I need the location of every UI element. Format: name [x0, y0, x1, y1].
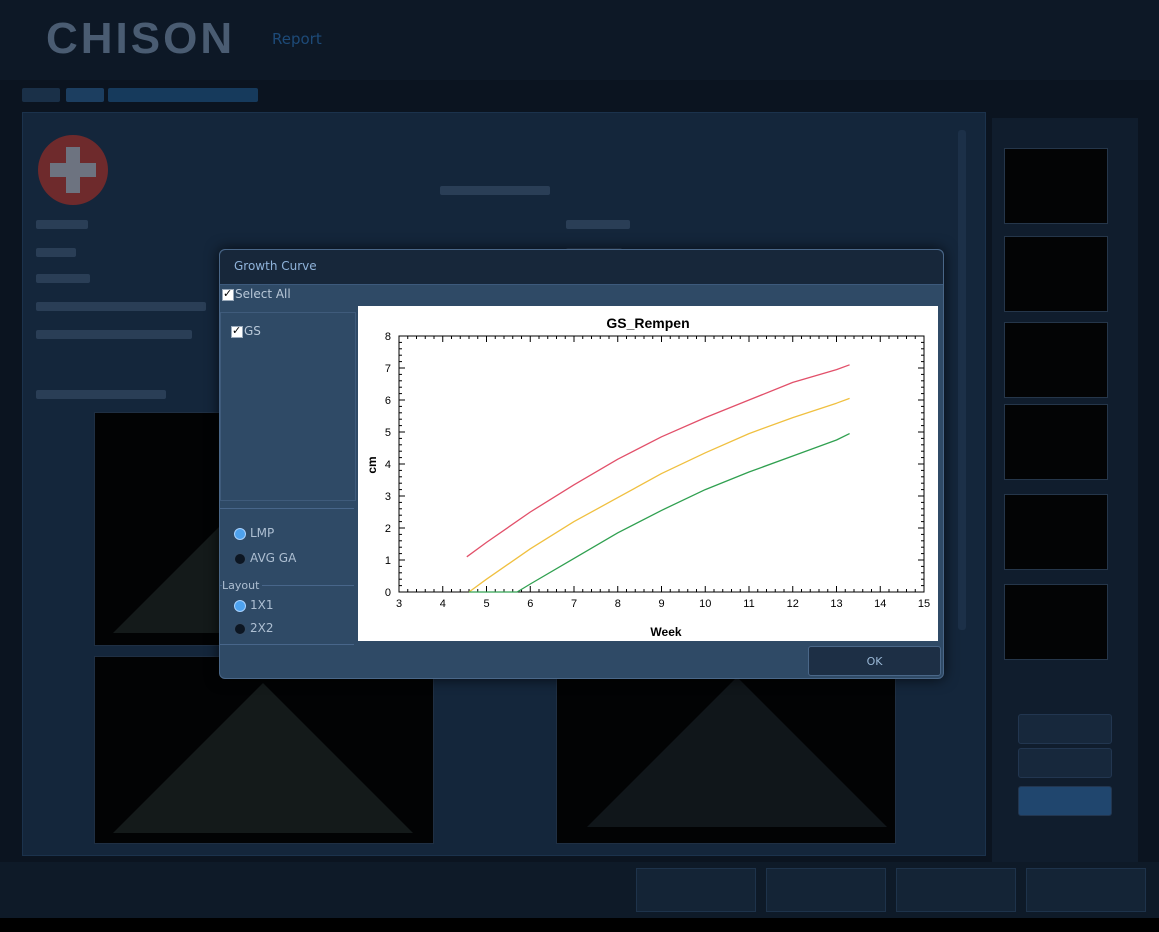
- y-tick-label: 0: [385, 587, 391, 599]
- image-thumbnail[interactable]: [1004, 404, 1108, 480]
- footer-button[interactable]: [766, 868, 886, 912]
- image-thumbnail[interactable]: [1004, 584, 1108, 660]
- image-thumbnail[interactable]: [1004, 148, 1108, 224]
- x-tick-label: 8: [615, 598, 621, 610]
- y-tick-label: 3: [385, 491, 391, 503]
- x-tick-label: 5: [483, 598, 489, 610]
- gs-checkbox[interactable]: [231, 324, 243, 338]
- x-tick-label: 6: [527, 598, 533, 610]
- breadcrumb: [22, 88, 262, 104]
- y-tick-label: 2: [385, 523, 391, 535]
- layout-2x2-label: 2X2: [250, 621, 274, 635]
- image-thumbnail[interactable]: [1004, 494, 1108, 570]
- y-tick-label: 4: [385, 459, 391, 471]
- growth-curve-chart: GS_Rempen Week cm 3 4 5 6 7 8 9 10 11 12 13 14 15 0 1 2…: [358, 306, 938, 641]
- hospital-logo-icon: [38, 135, 108, 205]
- growth-curve-plot: GS_Rempen Week cm 3 4 5 6 7 8 9 10 11 12 13 14 15012…: [365, 315, 930, 639]
- x-tick-label: 3: [396, 598, 402, 610]
- growth-curve-series-1: [468, 397, 850, 593]
- x-tick-label: 14: [874, 598, 886, 610]
- y-tick-label: 8: [385, 331, 391, 343]
- lmp-radio[interactable]: [234, 528, 246, 540]
- layout-1x1-radio[interactable]: [234, 600, 246, 612]
- select-all-checkbox[interactable]: [222, 287, 234, 301]
- x-tick-label: 13: [830, 598, 842, 610]
- x-tick-label: 7: [571, 598, 577, 610]
- image-thumbnail[interactable]: [1004, 236, 1108, 312]
- avg-ga-radio[interactable]: [234, 553, 246, 565]
- side-button[interactable]: [1018, 786, 1112, 816]
- avg-ga-label: AVG GA: [250, 551, 297, 565]
- app-header: CHISON Report: [0, 0, 1159, 80]
- x-tick-label: 10: [699, 598, 711, 610]
- x-tick-label: 12: [787, 598, 799, 610]
- x-axis-label: Week: [650, 625, 681, 639]
- y-tick-label: 7: [385, 363, 391, 375]
- x-tick-label: 4: [440, 598, 446, 610]
- layout-1x1-label: 1X1: [250, 598, 274, 612]
- x-tick-label: 9: [658, 598, 664, 610]
- layout-2x2-radio[interactable]: [234, 623, 246, 635]
- layout-group-label: Layout: [222, 579, 263, 592]
- growth-curve-dialog: Growth Curve Select All GS LMP AVG GA La…: [219, 249, 944, 679]
- ultrasound-image: [556, 656, 896, 844]
- measurement-item-label: GS: [244, 324, 261, 338]
- side-button[interactable]: [1018, 714, 1112, 744]
- measurement-list: GS: [220, 312, 356, 501]
- chart-title: GS_Rempen: [606, 315, 689, 331]
- image-thumbnail[interactable]: [1004, 322, 1108, 398]
- report-scrollbar[interactable]: [958, 130, 966, 630]
- footer-button[interactable]: [896, 868, 1016, 912]
- x-tick-label: 11: [743, 598, 754, 610]
- plot-frame: [398, 335, 925, 593]
- dialog-title: Growth Curve: [234, 259, 317, 273]
- footer-button[interactable]: [1026, 868, 1146, 912]
- growth-curve-series-0: [466, 364, 850, 558]
- y-tick-label: 6: [385, 395, 391, 407]
- y-axis-label: cm: [365, 456, 379, 473]
- x-tick-label: 15: [918, 598, 930, 610]
- ok-button[interactable]: OK: [808, 646, 941, 676]
- brand-logo: CHISON: [46, 14, 236, 63]
- side-button[interactable]: [1018, 748, 1112, 778]
- footer-button[interactable]: [636, 868, 756, 912]
- select-all-label: Select All: [235, 287, 291, 301]
- y-tick-label: 1: [385, 555, 391, 567]
- lmp-label: LMP: [250, 526, 275, 540]
- growth-curve-series-2: [469, 433, 850, 593]
- ultrasound-image: [94, 656, 434, 844]
- y-tick-label: 5: [385, 427, 391, 439]
- module-title: Report: [272, 30, 322, 48]
- dialog-titlebar: Growth Curve: [220, 250, 943, 285]
- report-heading-placeholder: [440, 186, 550, 195]
